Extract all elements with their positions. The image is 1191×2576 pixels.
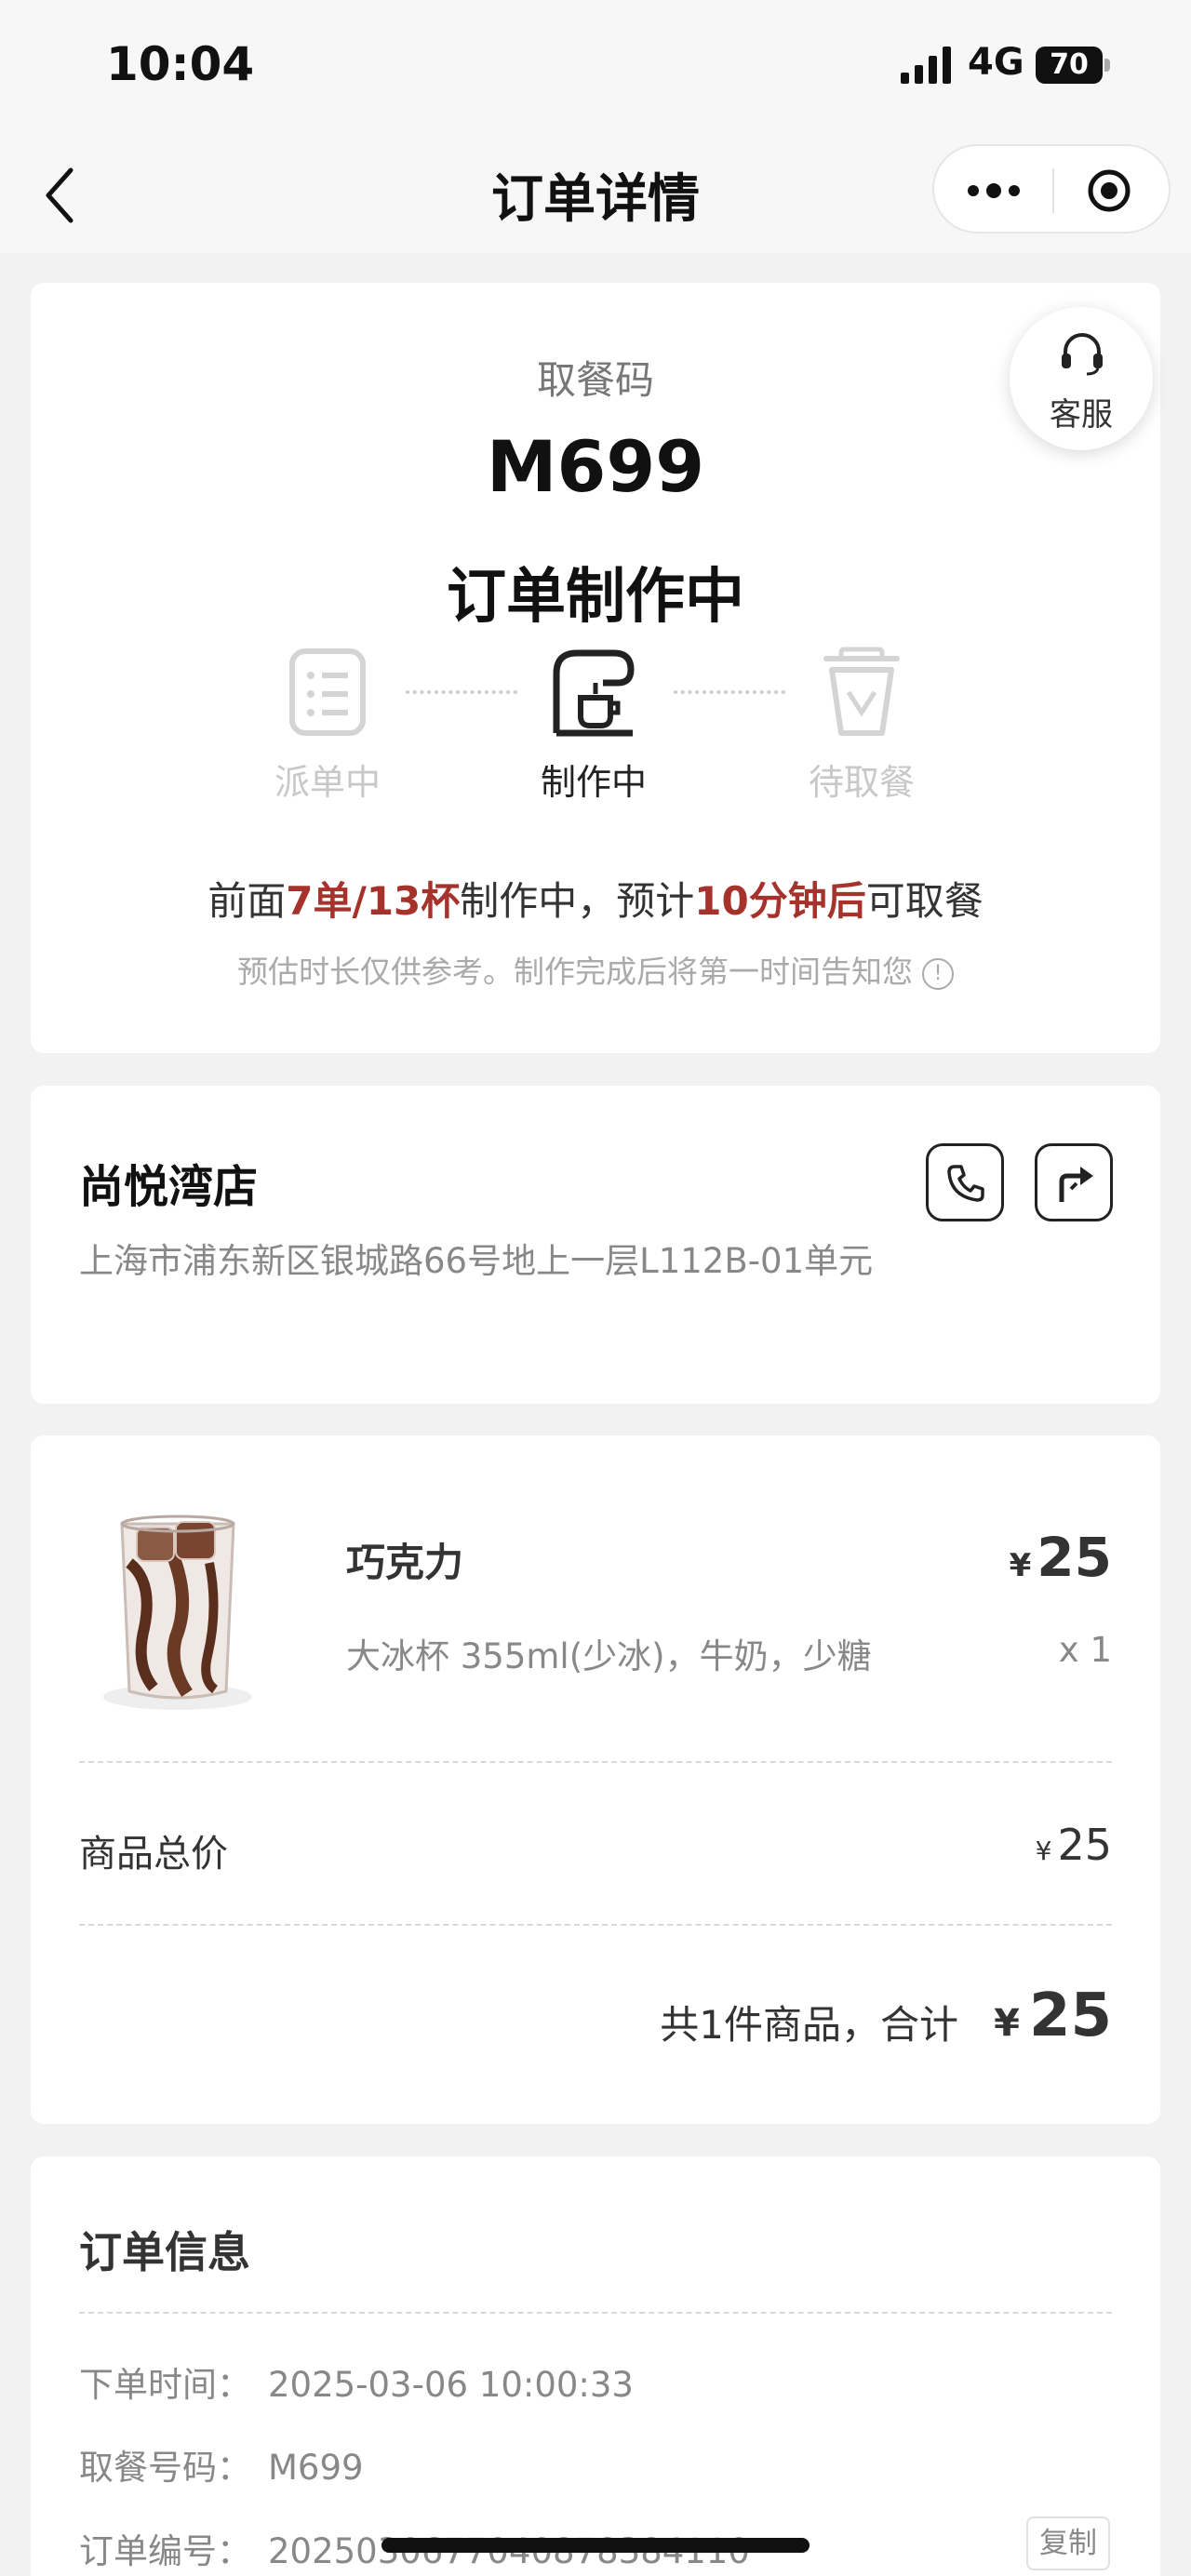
nav-bar: 订单详情 bbox=[0, 135, 1191, 253]
eta-suffix: 可取餐 bbox=[865, 878, 984, 924]
navigate-store-button[interactable] bbox=[1035, 1143, 1113, 1221]
step-connector bbox=[406, 690, 517, 694]
target-circle-icon[interactable] bbox=[1087, 168, 1131, 213]
pickup-code-label: 取餐码 bbox=[536, 357, 654, 403]
pickup-code: M699 bbox=[486, 425, 705, 508]
call-store-button[interactable] bbox=[926, 1143, 1004, 1221]
divider bbox=[79, 2312, 1112, 2314]
currency-symbol: ¥ bbox=[1009, 1547, 1032, 1584]
store-address: 上海市浦东新区银城路66号地上一层L112B-01单元 bbox=[79, 1241, 874, 1281]
order-time-value: 2025-03-06 10:00:33 bbox=[268, 2365, 634, 2405]
product-price-value: 25 bbox=[1037, 1526, 1112, 1589]
eta-wait: 10分钟后 bbox=[694, 878, 866, 924]
eta-queue: 7单/13杯 bbox=[286, 878, 461, 924]
total-label: 共1件商品，合计 bbox=[660, 2002, 958, 2048]
total-value: ¥25 bbox=[994, 1982, 1112, 2050]
signal-icon bbox=[901, 47, 951, 84]
step-label-making: 制作中 bbox=[540, 762, 647, 803]
eta-note-text: 预估时长仅供参考。制作完成后将第一时间告知您 bbox=[237, 954, 913, 990]
divider bbox=[79, 1761, 1112, 1763]
order-info-title: 订单信息 bbox=[79, 2227, 250, 2277]
status-time: 10:04 bbox=[106, 37, 255, 91]
mini-program-capsule bbox=[932, 144, 1171, 234]
product-quantity: x 1 bbox=[1058, 1630, 1112, 1670]
eta-middle: 制作中，预计 bbox=[460, 878, 695, 924]
cup-icon bbox=[823, 647, 900, 736]
product-spec: 大冰杯 355ml(少冰)，牛奶，少糖 bbox=[346, 1636, 872, 1676]
network-type: 4G bbox=[968, 41, 1024, 84]
order-status-title: 订单制作中 bbox=[447, 563, 744, 632]
store-name: 尚悦湾店 bbox=[79, 1161, 259, 1213]
directions-icon bbox=[1059, 1167, 1093, 1202]
product-image[interactable] bbox=[79, 1498, 276, 1719]
step-label-pickup: 待取餐 bbox=[808, 762, 915, 803]
battery-icon: 70 bbox=[1036, 47, 1112, 84]
info-icon[interactable]: ! bbox=[922, 957, 954, 990]
home-indicator[interactable] bbox=[381, 2538, 810, 2553]
subtotal-label: 商品总价 bbox=[79, 1833, 228, 1875]
currency-symbol: ¥ bbox=[994, 2002, 1020, 2045]
order-time-key: 下单时间： bbox=[79, 2365, 251, 2405]
battery-level: 70 bbox=[1036, 47, 1103, 84]
status-bar: 10:04 4G 70 bbox=[0, 0, 1191, 135]
pickup-number-key: 取餐号码： bbox=[79, 2448, 251, 2488]
more-dots-icon[interactable] bbox=[966, 178, 1022, 204]
phone-icon bbox=[947, 1165, 984, 1202]
order-time-row: 下单时间： 2025-03-06 10:00:33 bbox=[79, 2356, 634, 2407]
total-amount: 25 bbox=[1028, 1982, 1112, 2050]
eta-note: 预估时长仅供参考。制作完成后将第一时间告知您! bbox=[31, 947, 1160, 992]
pickup-number-value: M699 bbox=[268, 2448, 364, 2488]
pickup-number-row: 取餐号码： M699 bbox=[79, 2439, 364, 2489]
order-number-key: 订单编号： bbox=[79, 2531, 251, 2571]
step-label-dispatch: 派单中 bbox=[274, 762, 381, 803]
eta-prefix: 前面 bbox=[207, 878, 287, 924]
product-name: 巧克力 bbox=[346, 1540, 464, 1585]
step-connector bbox=[674, 690, 785, 694]
divider bbox=[79, 1924, 1112, 1926]
coffee-machine-icon bbox=[553, 649, 635, 737]
eta-text: 前面7单/13杯制作中，预计10分钟后可取餐 bbox=[31, 870, 1160, 927]
subtotal-amount: 25 bbox=[1057, 1820, 1112, 1870]
copy-button[interactable]: 复制 bbox=[1026, 2516, 1110, 2570]
currency-symbol: ¥ bbox=[1035, 1835, 1052, 1866]
subtotal-value: ¥25 bbox=[1036, 1820, 1112, 1870]
product-price: ¥25 bbox=[1010, 1526, 1112, 1589]
order-list-icon bbox=[289, 648, 366, 736]
